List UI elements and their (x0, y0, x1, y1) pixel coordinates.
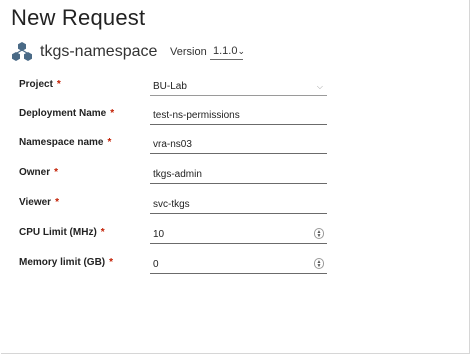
required-marker: * (56, 79, 61, 90)
required-marker: * (100, 227, 105, 238)
namespace-name-input[interactable]: vra-ns03 (150, 137, 327, 154)
blueprint-header: tkgs-namespace (11, 41, 157, 63)
project-value: BU-Lab (153, 81, 187, 92)
required-marker: * (110, 108, 115, 119)
version-label: Version (170, 46, 207, 58)
required-marker: * (107, 137, 112, 148)
cpu-limit-value: 10 (153, 229, 165, 240)
viewer-value: svc-tkgs (153, 199, 190, 210)
required-marker: * (54, 167, 59, 178)
cpu-limit-label: CPU Limit (MHz) * (19, 227, 105, 238)
blueprint-name: tkgs-namespace (40, 43, 158, 60)
spinner-arrows-icon[interactable]: ▲ ▼ (314, 228, 324, 239)
project-select[interactable]: BU-Lab ⌵ (150, 79, 327, 96)
owner-input[interactable]: tkgs-admin (150, 167, 327, 184)
deployment-name-value: test-ns-permissions (153, 110, 240, 121)
namespace-name-label: Namespace name * (19, 137, 112, 148)
viewer-input[interactable]: svc-tkgs (150, 197, 327, 214)
project-label: Project * (19, 79, 61, 90)
chevron-down-icon: ⌵ (316, 82, 323, 91)
namespace-name-value: vra-ns03 (153, 139, 192, 150)
owner-value: tkgs-admin (153, 169, 202, 180)
required-marker: * (55, 197, 59, 208)
hexagon-cluster-icon (12, 42, 32, 61)
spinner-arrows-icon[interactable]: ▲ ▼ (314, 258, 324, 269)
memory-limit-value: 0 (153, 259, 159, 270)
viewer-label: Viewer * (19, 197, 59, 208)
cpu-limit-stepper[interactable]: 10 ▲ ▼ (150, 227, 327, 244)
memory-limit-label: Memory limit (GB) * (19, 257, 114, 268)
deployment-name-input[interactable]: test-ns-permissions (150, 108, 327, 125)
version-select[interactable]: 1.1.0 ⌄ (210, 43, 246, 60)
deployment-name-label: Deployment Name * (19, 108, 115, 119)
version-value: 1.1.0 (213, 45, 238, 57)
memory-limit-stepper[interactable]: 0 ▲ ▼ (150, 257, 327, 274)
page-title: New Request (11, 5, 146, 30)
owner-label: Owner * (19, 167, 59, 178)
chevron-down-icon: ⌄ (237, 45, 246, 56)
required-marker: * (109, 257, 114, 268)
request-form-panel: New Request tkgs-namespace Version 1.1.0… (1, 0, 470, 354)
